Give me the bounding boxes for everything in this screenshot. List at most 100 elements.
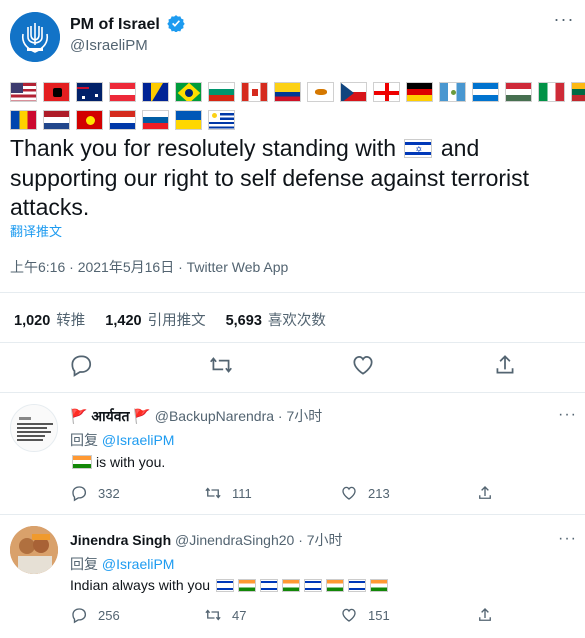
reply-prefix: 回复 [70,556,98,572]
retweets-label[interactable]: 转推 [56,313,85,329]
reply-text-content: is with you. [96,454,166,470]
india-flag [281,579,300,592]
quotes-label[interactable]: 引用推文 [148,313,206,329]
likes-count[interactable]: 5,693 [226,313,262,329]
israel-flag [347,579,366,592]
ukraine-flag [175,110,202,130]
avatar[interactable] [10,404,58,452]
retweet-count: 111 [232,485,252,501]
reply-count: 256 [98,607,120,623]
uruguay-flag [208,110,235,130]
more-options-icon[interactable]: ··· [558,406,577,424]
guatemala-flag [439,82,466,102]
quotes-stat[interactable]: 1,420 引用推文 [105,309,205,330]
brazil-flag [175,82,202,102]
tweet-text: Thank you for resolutely standing with ✡… [10,134,570,223]
reply-icon[interactable] [68,352,94,378]
reply-author-name[interactable]: आर्यवत [91,408,129,424]
lithuania-flag [571,82,585,102]
retweets-count[interactable]: 1,020 [14,313,50,329]
flags-row [10,110,235,132]
avatar[interactable] [10,12,60,62]
share-icon[interactable] [492,352,518,378]
reply-icon[interactable] [70,606,88,624]
reply-text-content: Indian always with you [70,577,211,593]
germany-flag [406,82,433,102]
us-flag [10,82,37,102]
reply-handle[interactable]: @JinendraSingh20 [175,532,294,548]
avatar-image [11,405,57,451]
reply-actions: 256 47 151 [70,606,510,626]
netherlands-flag [43,110,70,130]
retweet-icon[interactable] [204,484,222,502]
reply-icon[interactable] [70,484,88,502]
like-icon[interactable] [350,352,376,378]
india-flag [369,579,388,592]
quotes-count[interactable]: 1,420 [105,313,141,329]
reply-actions: 332 111 213 [70,484,510,504]
retweet-icon[interactable] [204,606,222,624]
reply-to-link[interactable]: @IsraeliPM [102,556,175,572]
like-icon[interactable] [340,606,358,624]
likes-label[interactable]: 喜欢次数 [268,313,326,329]
bulgaria-flag [208,82,235,102]
display-name-text[interactable]: PM of Israel [70,16,160,33]
more-options-icon[interactable]: ··· [558,530,577,548]
india-flag [325,579,344,592]
reply-button[interactable]: 256 [70,606,120,624]
italy-flag [538,82,565,102]
divider [0,392,585,393]
india-flag [72,455,92,469]
likes-stat[interactable]: 5,693 喜欢次数 [226,309,326,330]
share-icon[interactable] [476,606,494,624]
reply-button[interactable]: 332 [70,484,120,502]
divider [0,514,585,515]
divider [0,292,585,293]
more-options-icon[interactable]: ··· [552,10,576,32]
reply-author[interactable]: 🚩 आर्यवत 🚩 @BackupNarendra · 7小时 [70,406,322,426]
share-icon[interactable] [476,484,494,502]
share-button[interactable] [476,606,494,624]
flags-row [10,82,585,104]
retweet-button[interactable]: 111 [204,484,252,502]
red-flag-icon: 🚩 [133,408,151,424]
avatar[interactable] [10,526,58,574]
retweet-count: 47 [232,607,247,623]
austria-flag [109,82,136,102]
like-count: 151 [368,607,390,623]
reply-author-name[interactable]: Jinendra Singh [70,532,171,548]
tweet-actions [0,352,585,382]
reply-time[interactable]: · 7小时 [298,532,342,548]
retweet-button[interactable]: 47 [204,606,246,624]
like-button[interactable]: 213 [340,484,390,502]
avatar-image [10,526,58,574]
verified-badge-icon [167,15,185,32]
handle[interactable]: @IsraeliPM [70,37,148,54]
north-macedonia-flag [76,110,103,130]
red-flag-icon: 🚩 [70,408,88,424]
replying-to: 回复 @IsraeliPM [70,430,174,450]
display-name[interactable]: PM of Israel [70,14,185,34]
reply-author[interactable]: Jinendra Singh @JinendraSingh20 · 7小时 [70,530,343,550]
reply-time[interactable]: · 7小时 [278,408,322,424]
moldova-flag [10,110,37,130]
timestamp[interactable]: 上午6:16 · 2021年5月16日 · Twitter Web App [10,257,288,277]
like-icon[interactable] [340,484,358,502]
georgia-flag [373,82,400,102]
reply-handle[interactable]: @BackupNarendra [155,408,274,424]
tweet-text-part: Thank you for resolutely standing with [10,135,397,161]
divider [0,342,585,343]
india-flag [237,579,256,592]
retweets-stat[interactable]: 1,020 转推 [14,309,85,330]
translate-link[interactable]: 翻译推文 [10,221,62,240]
australia-flag [76,82,103,102]
honduras-flag [472,82,499,102]
canada-flag [241,82,268,102]
replying-to: 回复 @IsraeliPM [70,554,174,574]
engagement-stats: 1,020 转推 1,420 引用推文 5,693 喜欢次数 [14,309,326,330]
reply-to-link[interactable]: @IsraeliPM [102,432,175,448]
share-button[interactable] [476,484,494,502]
israel-flag [303,579,322,592]
retweet-icon[interactable] [208,352,234,378]
like-button[interactable]: 151 [340,606,390,624]
